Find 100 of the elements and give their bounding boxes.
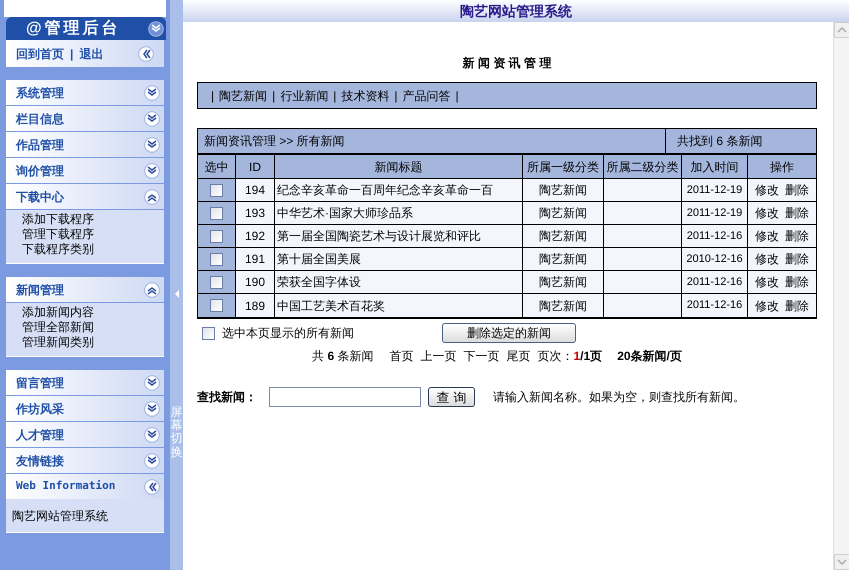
separator: | xyxy=(333,88,336,104)
menu-label: 询价管理 xyxy=(16,162,64,180)
table-cell: 2011-12-16 xyxy=(682,225,748,247)
action-link[interactable]: 删除 xyxy=(785,227,809,245)
menu-header[interactable]: 新闻管理 xyxy=(6,277,164,302)
table-cell: 2011-12-19 xyxy=(682,179,748,201)
found-count: 共找到 6 条新闻 xyxy=(676,133,764,150)
submenu-link[interactable]: 添加新闻内容 xyxy=(22,305,94,320)
separator: | xyxy=(394,88,398,104)
action-link[interactable]: 删除 xyxy=(785,296,809,314)
table-cell: 190 xyxy=(236,271,275,293)
action-link[interactable]: 修改 xyxy=(755,296,779,314)
table-cell: 陶艺新闻 xyxy=(523,202,604,224)
separator: | xyxy=(70,46,74,62)
column-header: 所属一级分类 xyxy=(523,155,604,178)
window-title: 陶艺网站管理系统 xyxy=(460,2,572,20)
table-cell: 纪念辛亥革命一百周年纪念辛亥革命一百 xyxy=(275,179,523,201)
page-heading: 新 闻 资 讯 管 理 xyxy=(462,55,552,70)
category-link[interactable]: 行业新闻 xyxy=(280,86,328,104)
menu-label: 留言管理 xyxy=(16,374,64,392)
column-header: 新闻标题 xyxy=(275,155,523,178)
separator: | xyxy=(272,88,276,104)
column-header: 加入时间 xyxy=(682,155,748,178)
info-title: Web Information xyxy=(16,478,116,494)
submenu-link[interactable]: 下载程序类别 xyxy=(22,242,94,257)
menu-header[interactable]: 作品管理 xyxy=(6,132,164,157)
menu-label: 作坊风采 xyxy=(16,400,64,418)
action-link[interactable]: 删除 xyxy=(785,273,809,291)
menu-header[interactable]: 系统管理 xyxy=(6,80,164,105)
submenu-link[interactable]: 管理全部新闻 xyxy=(22,320,94,335)
table-cell: 陶艺新闻 xyxy=(523,294,604,317)
category-link[interactable]: 技术资料 xyxy=(341,86,390,104)
sidebar-link[interactable]: 退出 xyxy=(79,44,104,62)
search-button[interactable]: 查 询 xyxy=(428,387,475,407)
search-hint: 请输入新闻名称。如果为空，则查找所有新闻。 xyxy=(493,389,745,406)
table-cell: 2011-12-16 xyxy=(682,294,748,317)
table-cell: 2010-12-16 xyxy=(682,248,748,270)
pagination-link[interactable]: 尾页 xyxy=(506,347,530,365)
table-cell: 荣获全国字体设 xyxy=(275,271,523,293)
menu-label: 下载中心 xyxy=(16,188,64,206)
menu-header[interactable]: 人才管理 xyxy=(6,422,164,447)
page-indicator: 页次：1/1页 xyxy=(537,348,602,365)
menu-header[interactable]: 友情链接 xyxy=(6,448,164,473)
menu-header[interactable]: 作坊风采 xyxy=(6,396,164,421)
column-header: ID xyxy=(236,155,275,178)
sidebar-link[interactable]: 回到首页 xyxy=(16,44,64,62)
table-cell: 191 xyxy=(236,248,275,270)
menu-header[interactable]: 下载中心 xyxy=(6,184,164,209)
menu-label: 系统管理 xyxy=(16,84,64,102)
table-cell: 陶艺新闻 xyxy=(523,271,604,293)
action-link[interactable]: 修改 xyxy=(755,273,779,291)
table-cell: 中国工艺美术百花奖 xyxy=(275,294,523,317)
menu-label: 作品管理 xyxy=(16,136,64,154)
action-link[interactable]: 修改 xyxy=(755,227,779,245)
column-header: 所属二级分类 xyxy=(604,155,682,178)
table-cell: 2011-12-16 xyxy=(682,271,748,293)
search-label: 查找新闻： xyxy=(197,389,258,406)
submenu-link[interactable]: 管理新闻类别 xyxy=(22,335,94,350)
table-cell: 中华艺术·国家大师珍品系 xyxy=(275,202,523,224)
table-cell: 第一届全国陶瓷艺术与设计展览和评比 xyxy=(275,225,523,247)
table-cell: 192 xyxy=(236,225,275,247)
menu-label: 人才管理 xyxy=(16,426,64,444)
menu-header[interactable]: 栏目信息 xyxy=(6,106,164,131)
table-cell: 第十届全国美展 xyxy=(275,248,523,270)
table-cell: 2011-12-19 xyxy=(682,202,748,224)
category-link[interactable]: 产品问答 xyxy=(402,86,450,104)
submenu-link[interactable]: 管理下载程序 xyxy=(22,227,94,242)
info-text: 陶艺网站管理系统 xyxy=(12,508,108,524)
menu-header[interactable]: 留言管理 xyxy=(6,370,164,395)
table-cell: 189 xyxy=(236,294,275,317)
delete-button[interactable]: 删除选定的新闻 xyxy=(442,323,576,343)
table-cell: 193 xyxy=(236,202,275,224)
action-link[interactable]: 删除 xyxy=(785,250,809,268)
pagination-link[interactable]: 首页 xyxy=(389,347,414,365)
table-cell: 194 xyxy=(236,179,275,201)
column-header: 操作 xyxy=(769,158,795,176)
record-count: 共 6 条新闻 xyxy=(312,348,374,365)
breadcrumb: 新闻资讯管理 >> 所有新闻 xyxy=(198,129,666,153)
checkbox-label: 选中本页显示的所有新闻 xyxy=(222,325,355,342)
table-cell: 陶艺新闻 xyxy=(523,225,604,247)
menu-header[interactable]: 询价管理 xyxy=(6,158,164,183)
pagination-link[interactable]: 下一页 xyxy=(463,347,500,365)
action-link[interactable]: 修改 xyxy=(755,250,779,268)
menu-label: 新闻管理 xyxy=(16,282,64,298)
submenu-link[interactable]: 添加下载程序 xyxy=(22,212,94,227)
sidebar-title: @管理后台 xyxy=(26,18,121,38)
table-cell: 陶艺新闻 xyxy=(523,248,604,270)
separator: | xyxy=(456,88,459,104)
column-header: 选中 xyxy=(198,155,236,178)
action-link[interactable]: 修改 xyxy=(755,181,779,199)
menu-label: 友情链接 xyxy=(16,452,64,470)
pagination-link[interactable]: 上一页 xyxy=(420,347,456,365)
action-link[interactable]: 修改 xyxy=(755,204,779,222)
separator: | xyxy=(211,88,214,104)
table-cell: 陶艺新闻 xyxy=(523,179,604,201)
action-link[interactable]: 删除 xyxy=(785,181,809,199)
action-link[interactable]: 删除 xyxy=(785,204,809,222)
menu-label: 栏目信息 xyxy=(16,110,64,128)
category-link[interactable]: 陶艺新闻 xyxy=(219,86,268,104)
page-size: 20条新闻/页 xyxy=(617,348,682,365)
